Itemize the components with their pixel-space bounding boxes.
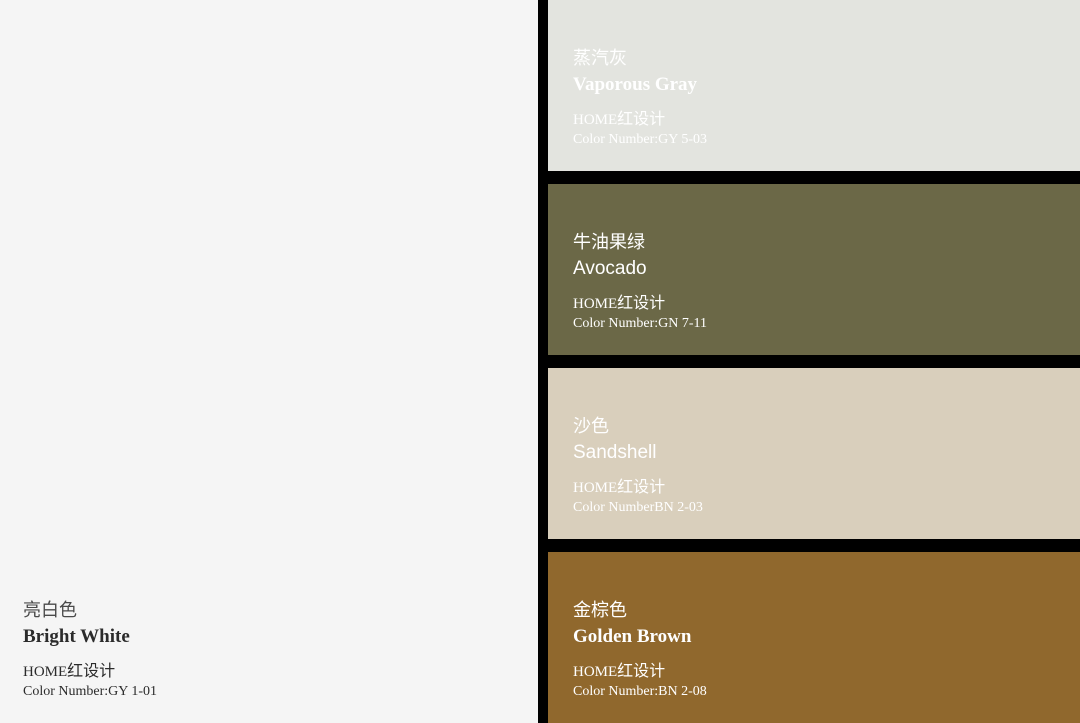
chinese-color-name: 金棕色 xyxy=(573,600,627,621)
chinese-color-name: 蒸汽灰 xyxy=(573,48,627,69)
swatch-label: 牛油果绿 Avocado HOME红设计 Color Number:GN 7-1… xyxy=(573,232,707,334)
english-color-name: Bright White xyxy=(23,626,130,647)
brand-prefix: HOME xyxy=(573,480,618,496)
swatch-sandshell: 沙色 Sandshell HOME红设计 Color NumberBN 2-03 xyxy=(548,368,1080,539)
color-number: Color Number:GY 5-03 xyxy=(573,132,708,147)
brand-chinese: 红设计 xyxy=(617,293,666,312)
color-number: Color Number:BN 2-08 xyxy=(573,684,707,699)
brand-prefix: HOME xyxy=(573,664,618,680)
english-color-name: Vaporous Gray xyxy=(573,74,698,95)
brand-chinese: 红设计 xyxy=(67,661,116,680)
color-number: Color Number:GY 1-01 xyxy=(23,684,158,699)
brand-prefix: HOME xyxy=(23,664,68,680)
chinese-color-name: 牛油果绿 xyxy=(573,232,645,253)
brand-label: HOME红设计 xyxy=(23,661,157,682)
brand-chinese: 红设计 xyxy=(617,661,666,680)
swatch-label: 蒸汽灰 Vaporous Gray HOME红设计 Color Number:G… xyxy=(573,48,707,150)
swatch-golden-brown: 金棕色 Golden Brown HOME红设计 Color Number:BN… xyxy=(548,552,1080,723)
swatch-label: 亮白色 Bright White HOME红设计 Color Number:GY… xyxy=(23,600,157,702)
swatch-avocado: 牛油果绿 Avocado HOME红设计 Color Number:GN 7-1… xyxy=(548,184,1080,355)
brand-prefix: HOME xyxy=(573,112,618,128)
chinese-color-name: 亮白色 xyxy=(23,600,77,621)
swatch-bright-white: 亮白色 Bright White HOME红设计 Color Number:GY… xyxy=(0,0,538,723)
swatch-label: 沙色 Sandshell HOME红设计 Color NumberBN 2-03 xyxy=(573,416,703,518)
swatch-vaporous-gray: 蒸汽灰 Vaporous Gray HOME红设计 Color Number:G… xyxy=(548,0,1080,171)
english-color-name: Golden Brown xyxy=(573,626,692,647)
brand-chinese: 红设计 xyxy=(617,477,666,496)
brand-label: HOME红设计 xyxy=(573,661,707,682)
color-number: Color Number:GN 7-11 xyxy=(573,316,708,331)
brand-chinese: 红设计 xyxy=(617,109,666,128)
brand-label: HOME红设计 xyxy=(573,109,707,130)
brand-label: HOME红设计 xyxy=(573,293,707,314)
brand-label: HOME红设计 xyxy=(573,477,703,498)
chinese-color-name: 沙色 xyxy=(573,416,609,437)
swatch-label: 金棕色 Golden Brown HOME红设计 Color Number:BN… xyxy=(573,600,707,702)
color-number: Color NumberBN 2-03 xyxy=(573,500,703,515)
english-color-name: Sandshell xyxy=(573,442,657,463)
english-color-name: Avocado xyxy=(573,258,647,279)
brand-prefix: HOME xyxy=(573,296,618,312)
